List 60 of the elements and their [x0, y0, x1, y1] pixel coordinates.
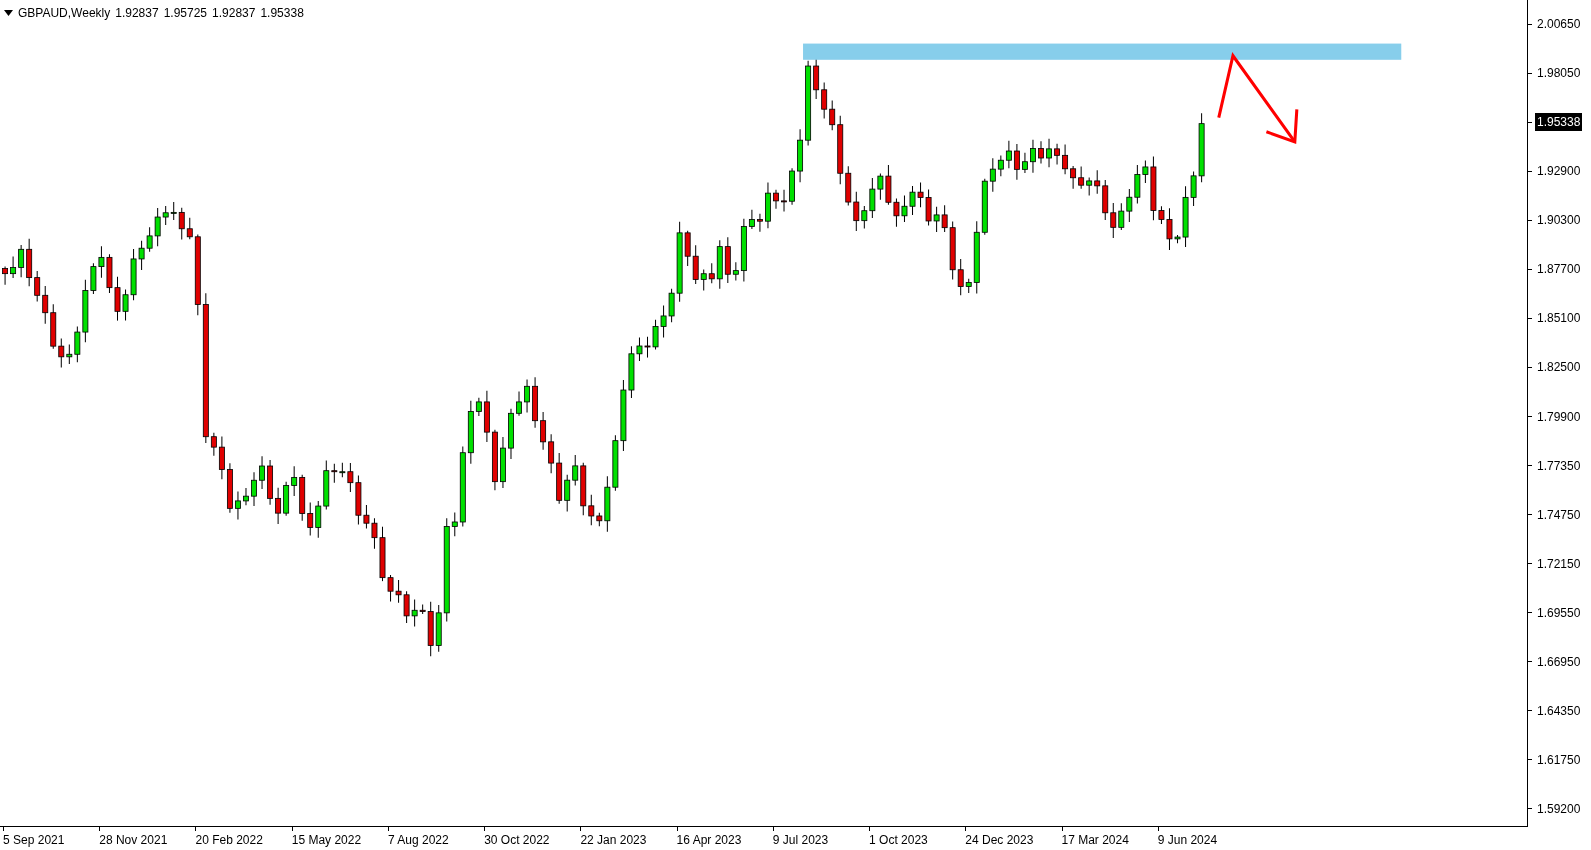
- candlestick: [773, 189, 779, 210]
- date-label: 24 Dec 2023: [965, 832, 1034, 849]
- date-label: 7 Aug 2022: [387, 832, 449, 849]
- candlestick: [532, 376, 538, 429]
- candlestick: [492, 429, 498, 491]
- price-label: 1.66950: [1537, 653, 1581, 671]
- candlestick: [267, 459, 273, 506]
- candlestick: [508, 408, 514, 460]
- date-label: 16 Apr 2023: [676, 832, 742, 849]
- price-label: 1.90300: [1537, 212, 1581, 230]
- candlestick: [251, 471, 257, 507]
- candlestick: [524, 379, 530, 414]
- candlestick: [500, 436, 506, 489]
- price-label: 1.98050: [1537, 65, 1581, 83]
- price-label: 1.77350: [1537, 457, 1581, 475]
- price-value: 1.92837: [212, 5, 256, 22]
- date-label: 9 Jul 2023: [772, 832, 829, 849]
- candlestick: [516, 391, 522, 417]
- date-label: 17 Mar 2024: [1061, 832, 1129, 849]
- price-label: 1.74750: [1537, 506, 1581, 524]
- dropdown-icon[interactable]: [4, 10, 13, 16]
- price-label: 1.82500: [1537, 359, 1581, 377]
- price-value: 1.92837: [115, 5, 159, 22]
- date-label: 5 Sep 2021: [3, 832, 65, 849]
- date-label: 30 Oct 2022: [484, 832, 550, 849]
- price-label: 1.92900: [1537, 163, 1581, 181]
- date-label: 1 Oct 2023: [869, 832, 928, 849]
- candlestick: [765, 181, 771, 229]
- date-label: 20 Feb 2022: [195, 832, 263, 849]
- price-label: 1.64350: [1537, 702, 1581, 720]
- candlestick: [781, 189, 787, 213]
- candlestick: [227, 462, 233, 514]
- price-value: 1.95725: [163, 5, 208, 22]
- price-label: 1.69550: [1537, 604, 1581, 622]
- date-label: 22 Jan 2023: [580, 832, 647, 849]
- date-label: 15 May 2022: [291, 832, 362, 849]
- candlestick: [235, 490, 241, 520]
- price-label: 1.79900: [1537, 408, 1581, 426]
- current-price-label: 1.95338: [1535, 113, 1583, 132]
- candlestick: [1022, 152, 1028, 174]
- date-label: 9 Jun 2024: [1157, 832, 1218, 849]
- candlestick: [1038, 140, 1044, 164]
- date-label: 28 Nov 2021: [99, 832, 168, 849]
- candlestick: [1030, 139, 1036, 174]
- price-value: 1.95338: [260, 5, 304, 22]
- price-label: 2.00650: [1537, 16, 1581, 34]
- price-label: 1.72150: [1537, 555, 1581, 573]
- candlestick: [2, 266, 8, 286]
- candlestick: [243, 487, 249, 506]
- price-label: 1.61750: [1537, 751, 1581, 769]
- candlestick: [259, 455, 265, 490]
- candlestick: [1054, 143, 1060, 166]
- price-label: 1.87700: [1537, 261, 1581, 279]
- chart-title: GBPAUD,Weekly: [18, 5, 111, 22]
- candlestick: [789, 167, 795, 206]
- price-label: 1.59200: [1537, 800, 1581, 818]
- price-label: 1.85100: [1537, 310, 1581, 328]
- arrow-icon: [1217, 52, 1299, 144]
- candlestick: [1046, 138, 1052, 168]
- candlestick: [757, 213, 763, 233]
